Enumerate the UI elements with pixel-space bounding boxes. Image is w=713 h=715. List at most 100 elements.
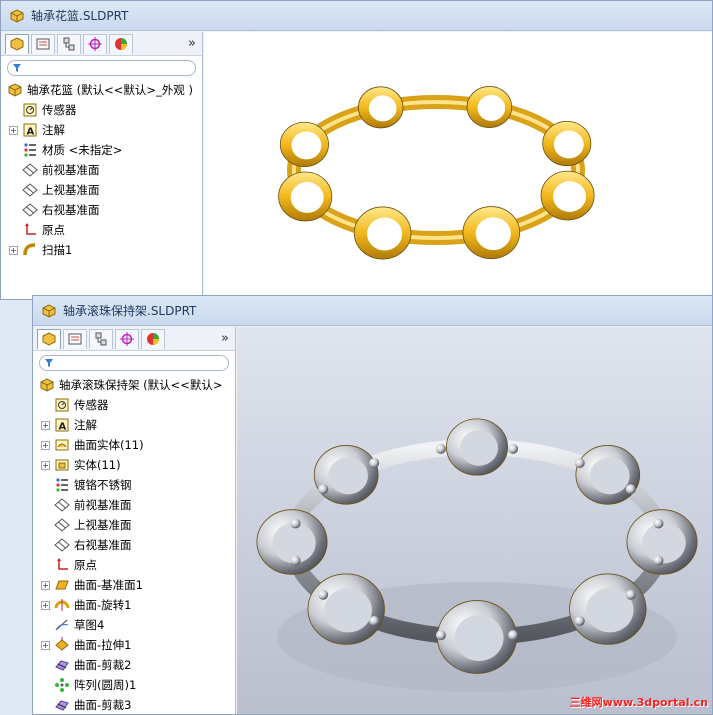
annotation-icon: A <box>22 122 38 138</box>
plane-icon <box>54 537 70 553</box>
panel-tabs: » <box>1 32 202 56</box>
tab-dimxpert[interactable] <box>115 328 139 349</box>
ring-hole <box>454 615 504 661</box>
tree-item[interactable]: 传感器 <box>41 395 109 415</box>
tab-property-manager[interactable] <box>63 328 87 349</box>
watermark: 三维网www.3dportal.cn <box>569 696 708 709</box>
tree-item-label: 轴承花篮 (默认<<默认>_外观 ) <box>27 83 193 97</box>
tree-item[interactable]: 轴承花篮 (默认<<默认>_外观 ) <box>7 80 193 100</box>
tree-item-label: 上视基准面 <box>42 183 100 197</box>
expand-toggle[interactable]: + <box>41 460 50 470</box>
rivet <box>574 615 585 626</box>
window-title-bar[interactable]: 轴承滚珠保持架.SLDPRT <box>33 296 712 326</box>
ring-hole <box>553 130 584 159</box>
tab-display-manager[interactable] <box>109 33 133 54</box>
tree-item[interactable]: 右视基准面 <box>41 535 132 555</box>
tree-item[interactable]: + 曲面实体(11) <box>41 435 144 455</box>
tree-item-label: 右视基准面 <box>42 203 100 217</box>
tree-item[interactable]: + A 注解 <box>9 120 65 140</box>
tree-item-label: 曲面-基准面1 <box>74 578 143 592</box>
plane-icon <box>54 517 70 533</box>
tab-property-manager[interactable] <box>31 33 55 54</box>
tree-item-label: 右视基准面 <box>74 538 132 552</box>
surface-trim-icon <box>54 697 70 713</box>
tree-item[interactable]: 草图4 <box>41 615 104 635</box>
tree-item[interactable]: + 扫描1 <box>9 240 72 260</box>
plane-icon <box>22 182 38 198</box>
tree-item[interactable]: + A 注解 <box>41 415 97 435</box>
tree-item-label: 材质 <未指定> <box>42 143 123 157</box>
tree-item-label: 曲面-剪裁3 <box>74 698 132 712</box>
expand-toggle[interactable]: + <box>41 640 50 650</box>
rivet <box>435 443 446 454</box>
tree-item[interactable]: 材质 <未指定> <box>9 140 122 160</box>
tree-item[interactable]: + 实体(11) <box>41 455 121 475</box>
origin-icon <box>54 557 70 573</box>
tree-item[interactable]: 轴承滚珠保持架 (默认<<默认> <box>39 375 223 395</box>
tree-filter-input[interactable] <box>39 355 229 371</box>
tree-item-label: 草图4 <box>74 618 105 632</box>
sweep-icon <box>22 242 38 258</box>
expand-toggle[interactable]: + <box>41 600 50 610</box>
rivet <box>508 443 519 454</box>
tabs-more-button[interactable]: » <box>188 36 196 51</box>
tree-item[interactable]: 传感器 <box>9 100 77 120</box>
tab-configuration-manager[interactable] <box>89 328 113 349</box>
tab-configuration-manager[interactable] <box>57 33 81 54</box>
tab-feature-manager[interactable] <box>37 328 61 349</box>
tree-item[interactable]: 原点 <box>41 555 97 575</box>
gold-cage-model <box>278 86 595 260</box>
window-title-bar[interactable]: 轴承花篮.SLDPRT <box>1 1 712 31</box>
tree-item-label: 实体(11) <box>74 458 121 472</box>
tree-item[interactable]: 上视基准面 <box>9 180 100 200</box>
tree-item[interactable]: 原点 <box>9 220 65 240</box>
ring-hole <box>460 430 498 466</box>
tree-item[interactable]: 右视基准面 <box>9 200 100 220</box>
tree-item[interactable]: 曲面-剪裁2 <box>41 655 131 675</box>
tab-display-manager[interactable] <box>141 328 165 349</box>
ring-hole <box>368 95 397 122</box>
rivet <box>369 458 380 469</box>
tree-item[interactable]: 阵列(圆周)1 <box>41 675 136 695</box>
graphics-area[interactable]: 三维网www.3dportal.cn <box>237 327 712 714</box>
sensor-icon <box>22 102 38 118</box>
rivet <box>653 518 664 529</box>
tree-item-label: 前视基准面 <box>42 163 100 177</box>
expand-toggle[interactable]: + <box>41 580 50 590</box>
tree-item[interactable]: 镀铬不锈钢 <box>41 475 132 495</box>
surface-trim-icon <box>54 657 70 673</box>
expand-toggle[interactable]: + <box>9 245 18 255</box>
tabs-more-button[interactable]: » <box>221 331 229 346</box>
part-icon <box>7 82 23 98</box>
tree-item-label: 曲面实体(11) <box>74 438 144 452</box>
tree-filter-input[interactable] <box>7 60 196 76</box>
chrome-cage-model <box>256 418 698 692</box>
tree-item[interactable]: 前视基准面 <box>9 160 100 180</box>
tab-feature-manager[interactable] <box>5 33 29 54</box>
tree-item-label: 曲面-拉伸1 <box>74 638 132 652</box>
tree-item[interactable]: 上视基准面 <box>41 515 132 535</box>
rivet <box>574 458 585 469</box>
tree-item[interactable]: + 曲面-拉伸1 <box>41 635 131 655</box>
tree-item[interactable]: 前视基准面 <box>41 495 132 515</box>
expand-toggle[interactable]: + <box>41 440 50 450</box>
tree-item-label: 镀铬不锈钢 <box>74 478 132 492</box>
plane-icon <box>22 162 38 178</box>
tab-dimxpert[interactable] <box>83 33 107 54</box>
surface-extrude-icon <box>54 637 70 653</box>
rivet <box>508 630 519 641</box>
expand-toggle[interactable]: + <box>41 420 50 430</box>
tree-item-label: 传感器 <box>74 398 109 412</box>
tree-item[interactable]: + 曲面-旋转1 <box>41 595 131 615</box>
circular-pattern-icon <box>54 677 70 693</box>
ring-hole <box>642 522 686 564</box>
tree-item[interactable]: + 曲面-基准面1 <box>41 575 143 595</box>
appearance-icon <box>147 333 159 345</box>
feature-tree-icon <box>42 332 56 346</box>
window-bearing-basket: 轴承花篮.SLDPRT » 轴承花篮 (默认<<默认>_外观 ) 传感器 + A 注解材… <box>0 0 713 300</box>
graphics-area[interactable] <box>204 32 712 299</box>
tree-item[interactable]: 曲面-剪裁3 <box>41 695 132 714</box>
expand-toggle[interactable]: + <box>9 125 18 135</box>
property-icon <box>36 38 50 50</box>
tree-item-label: 曲面-剪裁2 <box>74 658 132 672</box>
